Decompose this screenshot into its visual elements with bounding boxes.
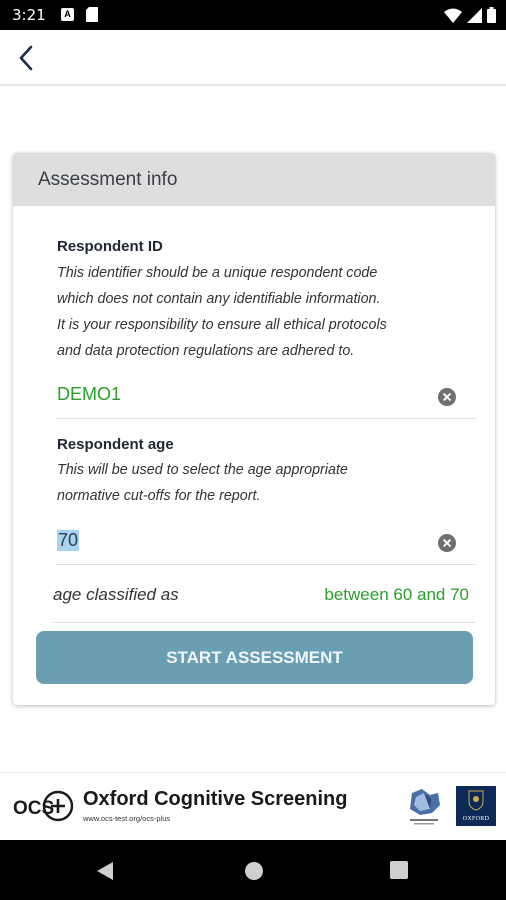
respondent-age-description: This will be used to select the age appr… [57,457,477,509]
app-bar [0,30,506,86]
respondent-age-input[interactable]: 70 [57,530,80,551]
respondent-id-description: This identifier should be a unique respo… [57,260,477,364]
respondent-age-field[interactable]: 70 [56,521,476,565]
age-classified-label: age classified as [53,585,179,604]
respondent-id-title: Respondent ID [57,238,163,255]
respondent-id-input[interactable]: DEMO1 [57,384,121,405]
navigation-bar [0,840,506,900]
oxford-logo: OXFORD [456,786,496,826]
description-line: and data protection regulations are adhe… [57,343,355,359]
home-circle-icon[interactable] [244,861,264,886]
battery-icon [487,7,496,28]
description-line: This identifier should be a unique respo… [57,265,378,281]
back-button[interactable] [8,40,44,76]
footer-title: Oxford Cognitive Screening [83,788,348,810]
clear-icon[interactable] [438,534,456,552]
status-icons [444,7,496,28]
respondent-id-field[interactable]: DEMO1 [56,375,476,419]
back-triangle-icon[interactable] [96,861,114,886]
age-classified-value: between 60 and 70 [324,585,469,604]
status-time: 3:21 [12,6,46,24]
respondent-age-title: Respondent age [57,436,174,453]
description-line: normative cut-offs for the report. [57,488,261,504]
back-arrow-icon [19,45,33,71]
description-line: which does not contain any identifiable … [57,291,381,307]
signal-icon [467,7,482,28]
footer-url: www.ocs-test.org/ocs-plus [83,814,171,823]
status-bar: 3:21 A [0,0,506,30]
assessment-info-card: Assessment info Respondent ID This ident… [13,153,495,705]
description-line: This will be used to select the age appr… [57,462,348,478]
description-line: It is your responsibility to ensure all … [57,317,387,333]
age-classification-row: age classified as between 60 and 70 [53,571,476,623]
clear-icon[interactable] [438,388,456,406]
card-header: Assessment info [13,153,495,206]
footer: OCS Oxford Cognitive Screening www.ocs-t… [0,772,506,840]
start-assessment-button[interactable]: START ASSESSMENT [36,631,473,684]
ocs-plus-logo: OCS [12,789,74,828]
wifi-icon [444,8,462,28]
sd-card-icon [86,7,98,27]
recents-square-icon[interactable] [390,861,408,884]
notification-icon: A [61,8,74,21]
svg-text:OCS: OCS [13,798,54,819]
oxford-logo-text: OXFORD [462,816,490,822]
partner-logo [404,785,444,832]
